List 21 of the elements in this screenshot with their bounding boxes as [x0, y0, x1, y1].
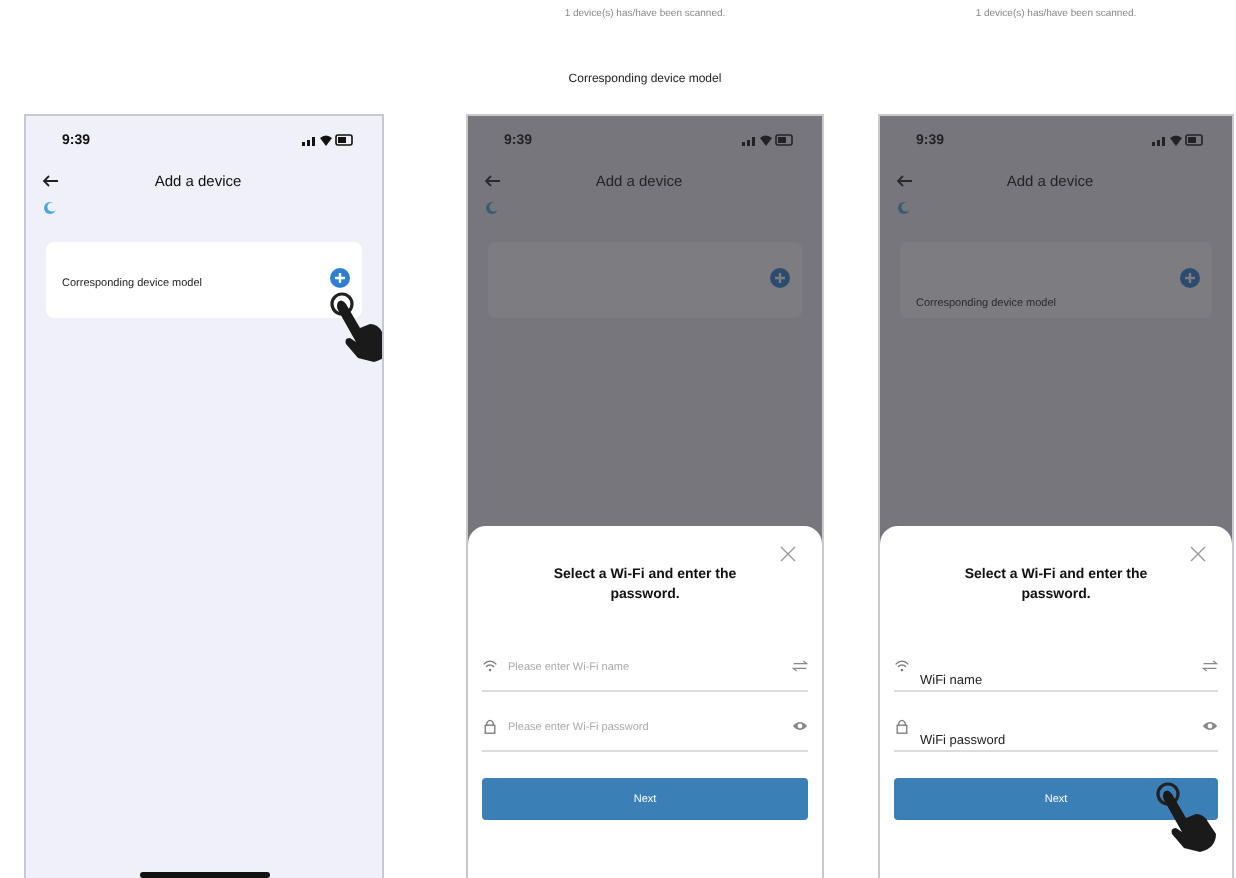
add-icon[interactable]	[1180, 268, 1200, 288]
wifi-icon	[482, 658, 498, 674]
status-icons-icon	[1152, 134, 1204, 146]
switch-arrows-icon[interactable]	[792, 658, 808, 674]
home-indicator	[140, 872, 270, 878]
wifi-icon	[894, 658, 910, 674]
status-icons-icon	[742, 134, 794, 146]
loading-spinner-icon	[44, 202, 56, 214]
status-icons-icon	[302, 134, 354, 146]
loading-spinner-icon	[486, 202, 498, 214]
close-icon[interactable]	[1190, 546, 1206, 562]
eye-icon[interactable]	[792, 718, 808, 734]
back-arrow-icon[interactable]	[42, 173, 58, 187]
add-icon[interactable]	[770, 268, 790, 288]
lock-icon	[894, 718, 910, 734]
switch-arrows-icon[interactable]	[1202, 658, 1218, 674]
eye-icon[interactable]	[1202, 718, 1218, 734]
loading-spinner-icon	[898, 202, 910, 214]
close-icon[interactable]	[780, 546, 796, 562]
lock-icon	[482, 718, 498, 734]
add-icon[interactable]	[330, 268, 350, 288]
